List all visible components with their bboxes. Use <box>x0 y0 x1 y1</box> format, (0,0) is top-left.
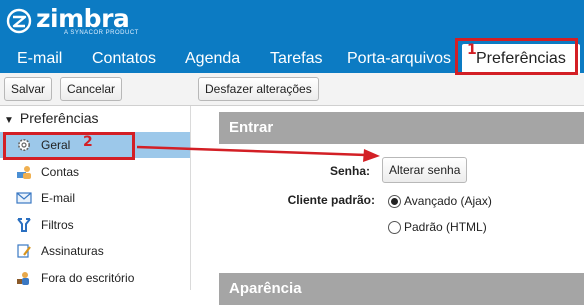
tab-contacts[interactable]: Contatos <box>92 44 156 73</box>
logo-wordmark: zimbra <box>36 4 130 33</box>
save-button[interactable]: Salvar <box>4 77 53 101</box>
sidebar-item-label: Fora do escritório <box>41 271 135 285</box>
client-standard-label[interactable]: Padrão (HTML) <box>404 220 487 234</box>
tab-tasks[interactable]: Tarefas <box>270 44 322 73</box>
filter-icon <box>17 218 31 232</box>
tab-calendar[interactable]: Agenda <box>185 44 240 73</box>
signature-icon <box>17 244 31 258</box>
sidebar-item-label: E-mail <box>41 191 76 205</box>
preferences-content: Entrar Senha: Alterar senha Cliente padr… <box>191 106 584 305</box>
sidebar-item-out-of-office[interactable]: Fora do escritório <box>0 265 190 291</box>
password-label: Senha: <box>329 164 370 178</box>
sidebar-item-signatures[interactable]: Assinaturas <box>0 238 190 264</box>
annotation-box-general <box>3 132 135 160</box>
section-header-login: Entrar <box>219 112 584 144</box>
change-password-button[interactable]: Alterar senha <box>382 157 468 183</box>
client-standard-radio[interactable] <box>388 221 401 234</box>
annotation-number-1: 1 <box>467 42 477 58</box>
out-of-office-icon <box>17 272 29 285</box>
sidebar-item-accounts[interactable]: Contas <box>0 159 190 185</box>
collapse-triangle-icon[interactable]: ▼ <box>4 115 14 126</box>
accounts-icon <box>17 166 31 179</box>
sidebar-item-label: Filtros <box>41 218 74 232</box>
preferences-tree-header[interactable]: ▼ Preferências <box>4 110 99 126</box>
tab-email[interactable]: E-mail <box>17 44 62 73</box>
zimbra-logo-icon <box>6 8 32 34</box>
preferences-tree-label: Preferências <box>19 110 99 126</box>
envelope-icon <box>16 192 32 204</box>
tab-briefcase[interactable]: Porta-arquivos <box>347 44 451 73</box>
section-header-appearance: Aparência <box>219 273 584 305</box>
sidebar-item-email[interactable]: E-mail <box>0 185 190 211</box>
default-client-label: Cliente padrão: <box>287 193 375 207</box>
sidebar-item-label: Contas <box>41 165 80 179</box>
sidebar-item-filters[interactable]: Filtros <box>0 212 190 238</box>
toolbar: Salvar Cancelar Desfazer alterações <box>0 73 584 106</box>
logo-tagline: A SYNACOR PRODUCT <box>64 30 139 36</box>
client-advanced-label[interactable]: Avançado (Ajax) <box>404 194 492 208</box>
sidebar-item-label: Assinaturas <box>41 244 104 258</box>
undo-changes-button[interactable]: Desfazer alterações <box>198 77 319 101</box>
client-advanced-radio[interactable] <box>388 195 401 208</box>
cancel-button[interactable]: Cancelar <box>60 77 123 101</box>
annotation-number-2: 2 <box>83 134 93 150</box>
